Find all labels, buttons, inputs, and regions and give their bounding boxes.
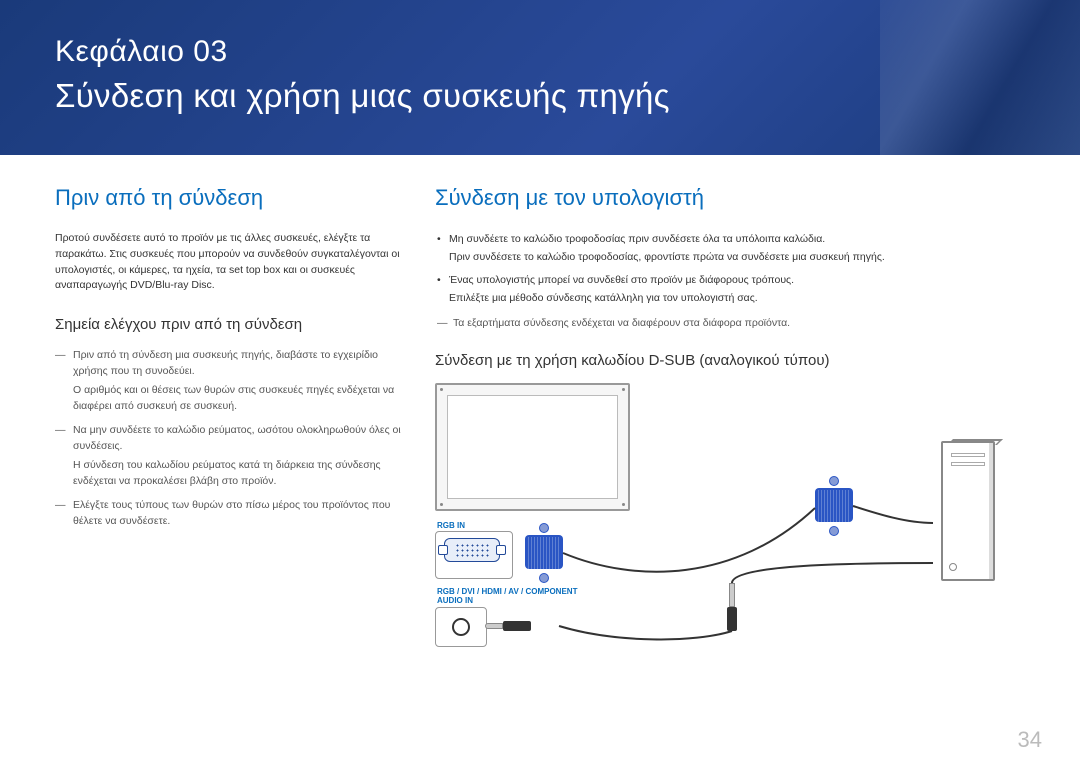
dsub-heading: Σύνδεση με τη χρήση καλωδίου D-SUB (αναλ… (435, 352, 1025, 369)
note-sub: Ο αριθμός και οι θέσεις των θυρών στις σ… (73, 382, 405, 415)
note-sub: Η σύνδεση του καλωδίου ρεύματος κατά τη … (73, 457, 405, 490)
before-connection-heading: Πριν από τη σύνδεση (55, 185, 405, 211)
note-main: Να μην συνδέετε το καλώδιο ρεύματος, ωσό… (73, 424, 401, 452)
pc-bullet-list: Μη συνδέετε το καλώδιο τροφοδοσίας πριν … (435, 231, 1025, 306)
right-column: Σύνδεση με τον υπολογιστή Μη συνδέετε το… (435, 185, 1025, 663)
accessories-note: Τα εξαρτήματα σύνδεσης ενδέχεται να διαφ… (435, 316, 1025, 332)
chapter-header: Κεφάλαιο 03 Σύνδεση και χρήση μιας συσκε… (0, 0, 1080, 155)
bullet-main: Μη συνδέετε το καλώδιο τροφοδοσίας πριν … (449, 233, 825, 245)
content-area: Πριν από τη σύνδεση Προτού συνδέσετε αυτ… (0, 155, 1080, 663)
list-item: Ένας υπολογιστής μπορεί να συνδεθεί στο … (435, 272, 1025, 307)
vga-cable-icon (435, 383, 995, 663)
chapter-title: Σύνδεση και χρήση μιας συσκευής πηγής (55, 77, 1025, 115)
checkpoints-heading: Σημεία ελέγχου πριν από τη σύνδεση (55, 316, 405, 333)
page-number: 34 (1018, 727, 1042, 753)
list-item: Να μην συνδέετε το καλώδιο ρεύματος, ωσό… (55, 422, 405, 489)
note-main: Πριν από τη σύνδεση μια συσκευής πηγής, … (73, 349, 378, 377)
list-item: Μη συνδέετε το καλώδιο τροφοδοσίας πριν … (435, 231, 1025, 266)
bullet-sub: Επιλέξτε μια μέθοδο σύνδεσης κατάλληλη γ… (449, 290, 1025, 306)
bullet-sub: Πριν συνδέσετε το καλώδιο τροφοδοσίας, φ… (449, 249, 1025, 265)
list-item: Ελέγξτε τους τύπους των θυρών στο πίσω μ… (55, 497, 405, 530)
list-item: Πριν από τη σύνδεση μια συσκευής πηγής, … (55, 347, 405, 414)
checkpoints-list: Πριν από τη σύνδεση μια συσκευής πηγής, … (55, 347, 405, 530)
pc-connection-heading: Σύνδεση με τον υπολογιστή (435, 185, 1025, 211)
connection-diagram: RGB IN RGB / DVI / HDMI / AV / COMPONENT… (435, 383, 1025, 663)
note-main: Ελέγξτε τους τύπους των θυρών στο πίσω μ… (73, 499, 390, 527)
left-column: Πριν από τη σύνδεση Προτού συνδέσετε αυτ… (55, 185, 405, 663)
intro-paragraph: Προτού συνδέσετε αυτό το προϊόν με τις ά… (55, 231, 405, 294)
bullet-main: Ένας υπολογιστής μπορεί να συνδεθεί στο … (449, 274, 794, 286)
chapter-label: Κεφάλαιο 03 (55, 35, 1025, 69)
